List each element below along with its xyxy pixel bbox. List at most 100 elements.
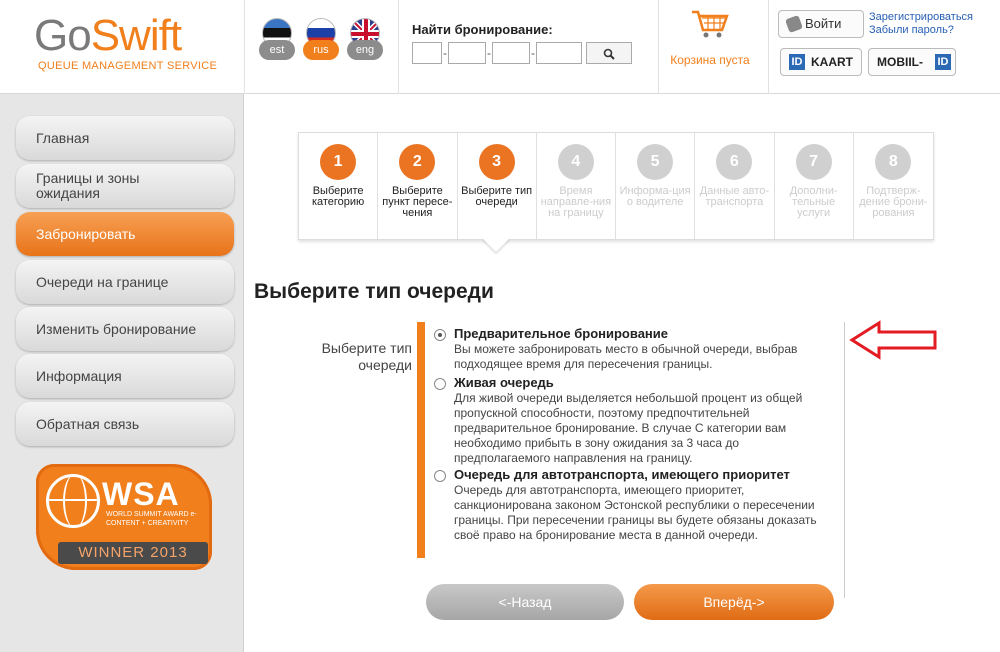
divider [658, 0, 659, 94]
option-description: Для живой очереди выделяется небольшой п… [454, 391, 803, 465]
radio-live-queue[interactable] [434, 378, 446, 390]
search-input-part2[interactable] [448, 42, 486, 64]
id-card-button[interactable]: ID KAART [780, 48, 862, 76]
mobile-id-button[interactable]: MOBIIL- ID [868, 48, 956, 76]
step-label: Данные авто-транспорта [699, 185, 769, 208]
search-input-part3[interactable] [492, 42, 530, 64]
step-1: 1 Выберите категорию [299, 133, 379, 239]
award-winner: WINNER 2013 [58, 542, 208, 564]
divider [398, 0, 399, 94]
option-title: Предварительное бронирование [454, 326, 668, 341]
shopping-cart-icon [692, 10, 729, 38]
radio-pre-booking[interactable] [434, 329, 446, 341]
sidebar-item-label: Изменить бронирование [36, 321, 197, 337]
option-title: Очередь для автотранспорта, имеющего при… [454, 467, 790, 482]
sidebar-item-home[interactable]: Главная [16, 116, 234, 160]
search-input-part4[interactable] [536, 42, 582, 64]
lang-eng-label: eng [347, 40, 383, 60]
sidebar-item-label: Обратная связь [36, 416, 140, 432]
lang-rus-button[interactable]: rus [302, 18, 340, 62]
search-input-part1[interactable] [412, 42, 442, 64]
option-live-queue[interactable]: Живая очередь Для живой очереди выделяет… [434, 375, 834, 466]
mobile-id-icon: ID [935, 54, 951, 70]
step-label: Выберите тип очереди [461, 185, 533, 208]
id-card-icon: ID [789, 54, 805, 70]
option-description: Очередь для автотранспорта, имеющего при… [454, 483, 817, 542]
register-link[interactable]: Зарегистрироваться [869, 11, 973, 24]
award-subtitle: WORLD SUMMIT AWARD e-CONTENT + CREATIVIT… [106, 511, 197, 527]
logo-subtitle: QUEUE MANAGEMENT SERVICE [38, 60, 218, 72]
step-number: 5 [637, 144, 674, 180]
step-number: 3 [478, 144, 515, 180]
forgot-password-link[interactable]: Забыли пароль? [869, 24, 973, 37]
cart-status: Корзина пуста [670, 53, 750, 67]
sidebar-item-queues[interactable]: Очереди на границе [16, 260, 234, 304]
divider [844, 322, 845, 598]
back-button[interactable]: <-Назад [426, 584, 624, 620]
account-links: Зарегистрироваться Забыли пароль? [869, 11, 973, 37]
red-arrow-icon [849, 320, 937, 360]
step-label: Выберите пункт пересе-чения [382, 185, 453, 219]
booking-steps: 1 Выберите категорию 2 Выберите пункт перес… [298, 132, 934, 240]
step-8: 8 Подтверж-дение брони-рования [854, 133, 933, 239]
header: GoSwift QUEUE MANAGEMENT SERVICE est rus… [0, 0, 1000, 94]
search-icon [604, 48, 616, 60]
sidebar-item-label: Информация [36, 368, 122, 384]
step-7: 7 Дополни-тельные услуги [775, 133, 854, 239]
key-icon [785, 15, 803, 33]
mobile-id-label: MOBIIL- [877, 55, 923, 69]
lang-est-label: est [259, 40, 295, 60]
sidebar: Главная Границы и зоны ожидания Забронир… [0, 94, 243, 652]
id-card-label: KAART [811, 55, 853, 69]
next-button[interactable]: Вперёд-> [634, 584, 834, 620]
step-4: 4 Время направле-ния на границу [537, 133, 616, 239]
option-title: Живая очередь [454, 375, 554, 390]
step-6: 6 Данные авто-транспорта [695, 133, 775, 239]
step-2: 2 Выберите пункт пересе-чения [378, 133, 458, 239]
step-label: Выберите категорию [311, 185, 365, 208]
sidebar-item-book[interactable]: Забронировать [16, 212, 234, 256]
globe-icon [46, 474, 100, 528]
sidebar-item-label: Главная [36, 130, 90, 146]
step-3: 3 Выберите тип очереди [458, 133, 537, 239]
booking-search: Найти бронирование: --- [412, 22, 652, 64]
login-label: Войти [805, 16, 842, 31]
form-accent-bar [417, 322, 425, 558]
logo-go: Go [34, 11, 92, 60]
sidebar-item-borders[interactable]: Границы и зоны ожидания [16, 164, 234, 208]
step-number: 8 [875, 144, 912, 180]
sidebar-item-label: Границы и зоны ожидания [36, 170, 140, 201]
search-button[interactable] [586, 42, 633, 64]
sidebar-item-feedback[interactable]: Обратная связь [16, 402, 234, 446]
step-number: 7 [795, 144, 832, 180]
login-button[interactable]: Войти [778, 10, 864, 38]
option-description: Вы можете забронировать место в обычной … [454, 342, 798, 371]
step-label: Подтверж-дение брони-рования [859, 185, 928, 219]
option-pre-booking[interactable]: Предварительное бронирование Вы можете з… [434, 326, 834, 372]
queue-type-label: Выберите тип очереди [321, 340, 412, 373]
logo-swift: Swift [90, 11, 182, 60]
cart[interactable]: Корзина пуста [660, 6, 760, 67]
step-number: 4 [557, 144, 594, 180]
sidebar-item-label: Очереди на границе [36, 274, 169, 290]
step-5: 5 Информа-ция о водителе [616, 133, 696, 239]
main-content: 1 Выберите категорию 2 Выберите пункт перес… [243, 94, 1000, 652]
sidebar-item-info[interactable]: Информация [16, 354, 234, 398]
step-number: 1 [320, 144, 357, 180]
lang-est-button[interactable]: est [258, 18, 296, 62]
step-number: 2 [399, 144, 436, 180]
step-label: Дополни-тельные услуги [789, 185, 838, 219]
logo[interactable]: GoSwift QUEUE MANAGEMENT SERVICE [34, 14, 224, 84]
step-number: 6 [716, 144, 753, 180]
option-priority-queue[interactable]: Очередь для автотранспорта, имеющего при… [434, 467, 834, 543]
current-step-pointer [482, 238, 510, 252]
step-label: Время направле-ния на границу [540, 185, 612, 219]
radio-priority-queue[interactable] [434, 470, 446, 482]
lang-rus-label: rus [303, 40, 339, 60]
page-title: Выберите тип очереди [254, 280, 494, 303]
search-label: Найти бронирование: [412, 22, 553, 37]
wsa-award-badge: WSA WORLD SUMMIT AWARD e-CONTENT + CREAT… [36, 464, 212, 570]
sidebar-item-change-booking[interactable]: Изменить бронирование [16, 307, 234, 351]
step-label: Информа-ция о водителе [619, 185, 691, 208]
lang-eng-button[interactable]: eng [346, 18, 384, 62]
